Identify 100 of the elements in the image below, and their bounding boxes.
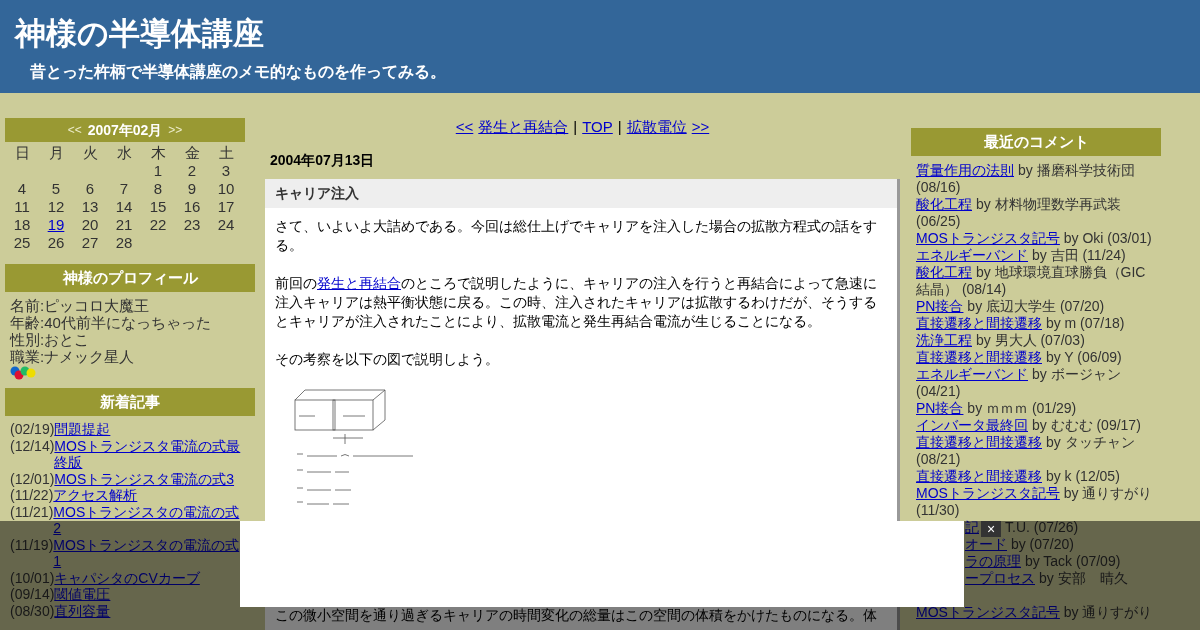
calendar-day: 3 (221, 162, 231, 179)
comment-entry: 直接遷移と間接遷移 by k (12/05) (916, 468, 1121, 485)
comment-link[interactable]: 直接遷移と間接遷移 (916, 349, 1042, 365)
colored-dots-icon (10, 366, 37, 380)
calendar-day: 5 (51, 180, 61, 197)
article-paragraph: この微小空間を通り過ぎるキャリアの時間変化の総量はこの空間の体積をかけたものになる。体 (275, 606, 877, 625)
comment-link[interactable]: PN接合 (916, 298, 964, 314)
comment-link[interactable]: インバータ最終回 (916, 417, 1028, 433)
article-paragraph: 前回の発生と再結合のところで説明したように、キャリアの注入を行うと再結合によって急速に注入キャリアは熱平衡状態に戻る。この時、注入されたキャリアは拡散するわけだが、そうするとキャリアが注入されたことにより、拡散電流と発生再結合電流が生じることになる。 (275, 274, 878, 331)
calendar-day: 4 (17, 180, 27, 197)
comment-entry: インバータ最終回 by むむむ (09/17) (916, 417, 1142, 434)
comment-link[interactable]: エネルギーバンド (916, 366, 1028, 382)
post-date: (10/01) (10, 569, 55, 586)
weekday-label: 金 (183, 144, 201, 162)
calendar-day: 16 (183, 198, 201, 215)
comment-entry: PN接合 by 底辺大学生 (07/20) (916, 298, 1106, 315)
calendar-day: 6 (85, 180, 95, 197)
weekday-label: 水 (115, 144, 133, 162)
comment-link[interactable]: エネルギーバンド (916, 247, 1028, 263)
weekday-label: 日 (13, 144, 31, 162)
post-date: (08/30) (10, 602, 55, 619)
calendar-day: 22 (149, 216, 167, 233)
close-button[interactable]: × (981, 521, 1001, 537)
blog-subtitle: 昔とった杵柄で半導体講座のメモ的なものを作ってみる。 (30, 62, 446, 82)
comment-entry: MOSトランジスタ記号 by 通りすがり (916, 604, 1154, 621)
comment-author: by (07/20) (1009, 536, 1074, 553)
comment-entry: 酸化工程 by 地球環境直球勝負（GIC結晶） (08/14) (916, 264, 1147, 298)
post-date: (11/22) (10, 487, 54, 504)
calendar-day: 18 (13, 216, 31, 233)
comment-author: T.U. (07/26) (1005, 519, 1079, 536)
blog-title[interactable]: 神様の半導体講座 (15, 14, 264, 54)
nav-link[interactable]: TOP (582, 118, 613, 136)
calendar-day: 9 (187, 180, 197, 197)
section-header: 最近のコメント (911, 128, 1161, 156)
comment-link[interactable]: 直接遷移と間接遷移 (916, 468, 1042, 484)
nav-link[interactable]: << (455, 118, 474, 136)
post-date: (02/19) (10, 421, 55, 438)
nav-link[interactable]: >> (691, 118, 710, 136)
comment-link[interactable]: 酸化工程 (916, 196, 972, 212)
calendar-day: 14 (115, 198, 133, 215)
post-link[interactable]: MOSトランジスタ電流の式最終版 (54, 437, 244, 471)
comment-link[interactable]: MOSトランジスタ記号 (916, 485, 1060, 501)
comment-entry: 直接遷移と間接遷移 by Y (06/09) (916, 349, 1123, 366)
post-link[interactable]: 問題提起 (54, 421, 111, 438)
comment-link[interactable]: 質量作用の法則 (916, 162, 1014, 178)
calendar-day: 24 (217, 216, 235, 233)
calendar-day: 28 (115, 234, 133, 251)
comment-entry: PN接合 by ｍｍｍ (01/29) (916, 400, 1078, 417)
profile-line: 名前:ピッコロ大魔王 (10, 297, 150, 314)
profile-line: 年齢:40代前半になっちゃった (10, 314, 211, 331)
comment-entry: 質量作用の法則 by 播磨科学技術団 (08/16) (916, 162, 1136, 196)
calendar-day: 13 (81, 198, 99, 215)
post-date: (11/19) (10, 536, 54, 553)
comment-author: by Tack (07/09) (1023, 553, 1121, 570)
post-link[interactable]: MOSトランジスタ電流の式3 (54, 470, 235, 487)
nav-separator: | (617, 118, 622, 136)
profile-line: 職業:ナメック星人 (10, 348, 135, 365)
nav-separator: | (573, 118, 578, 136)
comment-entry: 直接遷移と間接遷移 by タッチャン (08/21) (916, 434, 1136, 468)
calendar-day: 2 (187, 162, 197, 179)
weekday-label: 火 (81, 144, 99, 162)
calendar-day: 21 (115, 216, 133, 233)
article-paragraph: その考察を以下の図で説明しよう。 (275, 350, 500, 369)
calendar-day: 27 (81, 234, 99, 251)
comment-link[interactable]: 洗浄工程 (916, 332, 972, 348)
calendar-day: 1 (153, 162, 163, 179)
calendar-day: 7 (119, 180, 129, 197)
section-header: 神様のプロフィール (5, 264, 255, 292)
comment-link[interactable]: 直接遷移と間接遷移 (916, 434, 1042, 450)
section-header: 新着記事 (5, 388, 255, 416)
post-date: (12/14) (10, 437, 55, 454)
comment-link[interactable]: 直接遷移と間接遷移 (916, 315, 1042, 331)
article-title: キャリア注入 (265, 179, 897, 208)
weekday-label: 土 (217, 144, 235, 162)
comment-link[interactable]: MOSトランジスタ記号 (916, 230, 1060, 246)
calendar-day: 15 (149, 198, 167, 215)
weekday-label: 月 (47, 144, 65, 162)
calendar-month: 2007年02月 (87, 120, 163, 140)
post-date: (09/14) (10, 586, 55, 603)
article-paragraph: さて、いよいよ大詰めである。今回は総仕上げでキャリアを注入した場合の拡散方程式の話をする。 (275, 217, 878, 255)
comment-entry: エネルギーバンド by 吉田 (11/24) (916, 247, 1127, 264)
comment-entry: エネルギーバンド by ボージャン (04/21) (916, 366, 1122, 400)
calendar-day: 23 (183, 216, 201, 233)
post-link[interactable]: MOSトランジスタの電流の式2 (53, 503, 244, 537)
article-date: 2004年07月13日 (270, 151, 375, 169)
post-link[interactable]: アクセス解析 (53, 487, 138, 504)
calendar-day: 11 (14, 198, 30, 215)
comment-entry: 洗浄工程 by 男大人 (07/03) (916, 332, 1086, 349)
comment-entry: 直接遷移と間接遷移 by m (07/18) (916, 315, 1126, 332)
nav-link[interactable]: 拡散電位 (626, 118, 687, 136)
comment-link[interactable]: PN接合 (916, 400, 964, 416)
calendar-day-link[interactable]: 19 (47, 216, 65, 233)
inline-link[interactable]: 発生と再結合 (317, 275, 401, 291)
comment-entry: MOSトランジスタ記号 by 通りすがり (11/30) (916, 485, 1154, 519)
calendar-day: 8 (153, 180, 163, 197)
calendar-day: 26 (47, 234, 65, 251)
post-date: (12/01) (10, 470, 55, 487)
comment-link[interactable]: 酸化工程 (916, 264, 972, 280)
weekday-label: 木 (149, 144, 167, 162)
nav-link[interactable]: 発生と再結合 (478, 118, 569, 136)
